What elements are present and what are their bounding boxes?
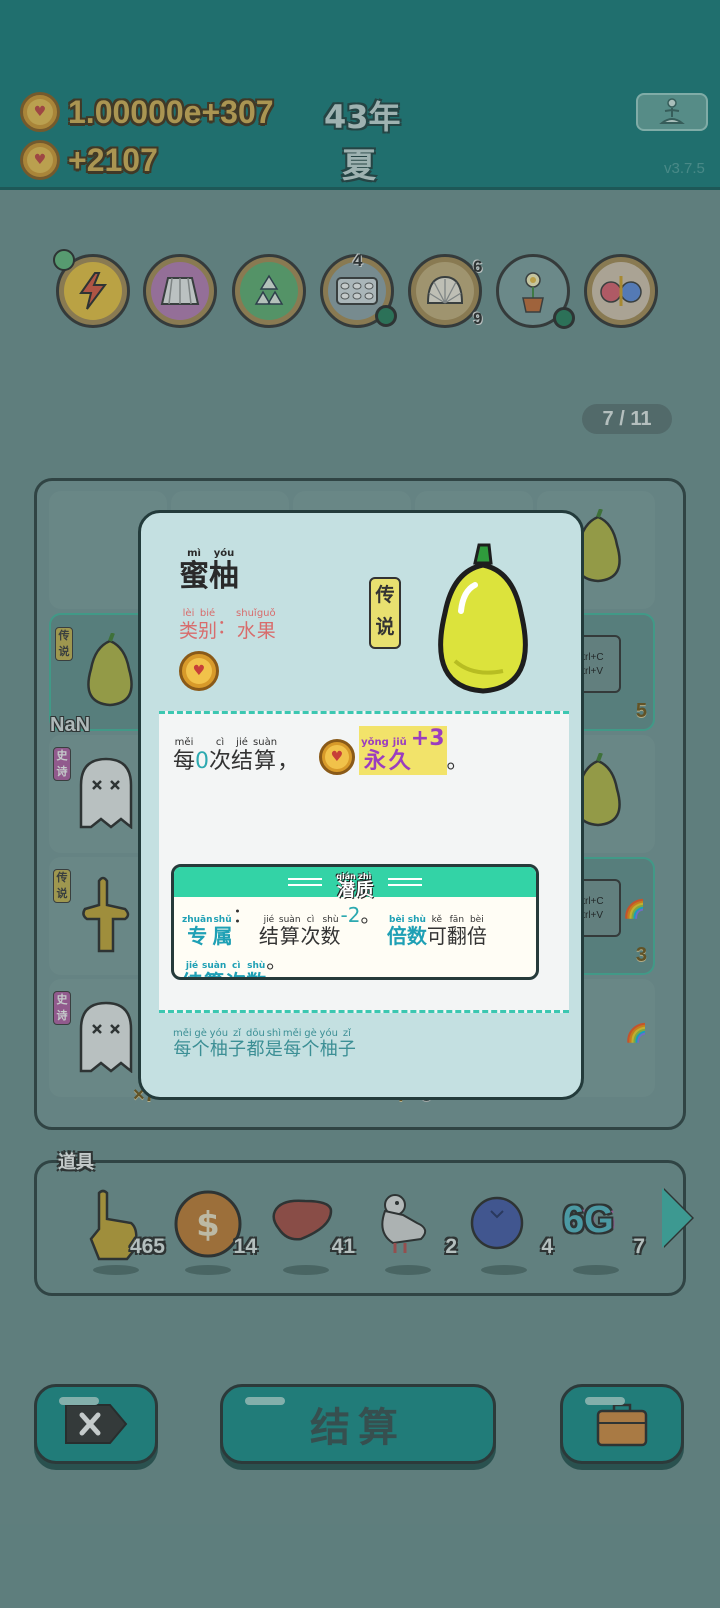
item-category: lèi 类 bié 别： shuǐ 水 guǒ 果 <box>179 608 276 642</box>
item-name: mì 蜜 yóu 柚 <box>179 548 239 594</box>
item-description: měi 每 0 cì 次 jié 结 suàn 算， ♥ yǒng 永 jiǔ 久 +3 。 qiá… <box>159 711 569 1013</box>
potential-box: qián 潜 zhì 质 zhuān 专 shǔ 属： jié 结 suàn 算 cì 次 shù 数 -2… <box>171 864 539 980</box>
heart-coin-icon: ♥ <box>179 651 219 691</box>
rarity-tag: 传说 <box>369 577 401 649</box>
pomelo-icon <box>438 543 528 694</box>
effect-text: měi 每 0 cì 次 jié 结 suàn 算， ♥ yǒng 永 jiǔ 久 +3 。 <box>173 726 469 775</box>
potential-header: qián 潜 zhì 质 <box>174 867 536 900</box>
heart-coin-icon: ♥ <box>319 739 356 775</box>
potential-text: zhuān 专 shǔ 属： jié 结 suàn 算 cì 次 shù 数 -2。 bèi 倍 shù 数… <box>182 903 487 977</box>
flavor-text: měi 每 gè 个 yóu 柚 zǐ 子 dōu 都 shì 是 měi 每 gè 个 yóu 柚 zǐ 子 <box>173 1028 356 1060</box>
item-detail-modal: mì 蜜 yóu 柚 lèi 类 bié 别： shuǐ 水 guǒ 果 ♥ 传说 měi 每 0 c… <box>138 510 584 1100</box>
